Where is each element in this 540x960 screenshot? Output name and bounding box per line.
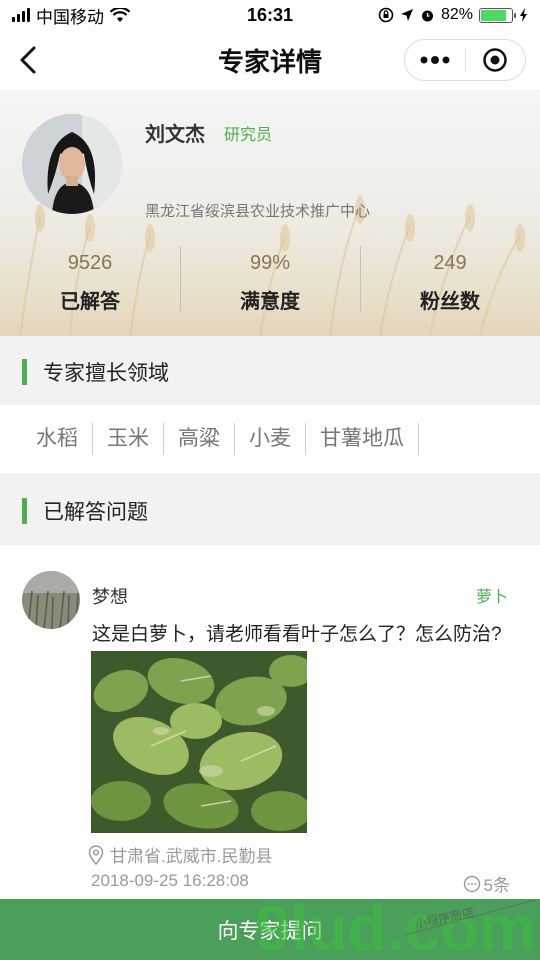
stat-value: 99% bbox=[249, 252, 291, 274]
expertise-tag[interactable]: 水稻 bbox=[22, 423, 93, 455]
ask-expert-button[interactable]: 向专家提问 bbox=[0, 899, 540, 960]
status-bar: 中国移动 16:31 82% bbox=[0, 0, 540, 30]
section-accent-bar bbox=[22, 359, 27, 385]
expertise-section-header: 专家擅长领域 bbox=[0, 338, 540, 406]
ask-expert-label: 向专家提问 bbox=[217, 919, 323, 943]
question-card[interactable]: 梦想 萝卜 这是白萝卜，请老师看看叶子怎么了？怎么防治? 甘肃省.武威市.民勤县… bbox=[0, 545, 540, 900]
signal-icon bbox=[12, 8, 30, 22]
stat-label: 满意度 bbox=[240, 291, 300, 313]
answered-section-header: 已解答问题 bbox=[0, 477, 540, 545]
stat-answered: 9526 已解答 bbox=[0, 240, 180, 320]
expertise-tag[interactable]: 小麦 bbox=[235, 423, 306, 455]
charging-icon bbox=[520, 8, 527, 22]
more-button[interactable] bbox=[405, 40, 465, 80]
chevron-left-icon bbox=[20, 46, 36, 74]
stat-satisfaction: 99% 满意度 bbox=[180, 240, 360, 320]
mini-program-capsule bbox=[404, 39, 526, 81]
location-pin-icon bbox=[88, 844, 104, 865]
asker-name: 梦想 bbox=[92, 587, 128, 607]
section-title: 已解答问题 bbox=[43, 501, 148, 524]
expert-stats: 9526 已解答 99% 满意度 249 粉丝数 bbox=[0, 240, 540, 320]
question-datetime: 2018-09-25 16:28:08 bbox=[91, 871, 249, 890]
expertise-tag[interactable]: 高粱 bbox=[164, 423, 235, 455]
location-text: 甘肃省.武威市.民勤县 bbox=[110, 847, 273, 866]
crop-tag: 萝卜 bbox=[475, 589, 508, 606]
stat-value: 249 bbox=[433, 252, 467, 274]
stat-value: 9526 bbox=[67, 252, 113, 274]
expertise-tags: 水稻 玉米 高粱 小麦 甘薯地瓜 bbox=[0, 405, 540, 473]
question-photo[interactable] bbox=[91, 651, 307, 833]
battery-percent: 82% bbox=[440, 6, 473, 23]
rotation-lock-icon bbox=[378, 7, 394, 23]
reply-count-text: 5条 bbox=[483, 876, 510, 895]
alarm-icon bbox=[421, 10, 433, 21]
wifi-icon bbox=[110, 7, 130, 22]
expertise-tag[interactable]: 甘薯地瓜 bbox=[306, 423, 419, 455]
expert-name: 刘文杰 bbox=[145, 124, 205, 146]
expert-profile-card: 刘文杰 研究员 黑龙江省绥滨县农业技术推广中心 9526 已解答 99% 满意度… bbox=[0, 90, 540, 336]
reply-count: 5条 bbox=[463, 871, 510, 896]
expertise-tag[interactable]: 玉米 bbox=[93, 423, 164, 455]
question-location: 甘肃省.武威市.民勤县 bbox=[88, 842, 272, 867]
stat-label: 已解答 bbox=[60, 291, 120, 313]
section-accent-bar bbox=[22, 498, 27, 524]
section-title: 专家擅长领域 bbox=[43, 362, 169, 385]
stat-followers: 249 粉丝数 bbox=[360, 240, 540, 320]
comment-icon bbox=[463, 875, 480, 892]
page-title: 专家详情 bbox=[217, 46, 322, 77]
more-dots-icon bbox=[420, 56, 450, 64]
stat-label: 粉丝数 bbox=[420, 291, 480, 313]
clock: 16:31 bbox=[246, 4, 294, 25]
asker-avatar bbox=[22, 571, 80, 629]
location-arrow-icon bbox=[400, 9, 413, 21]
target-circle-icon bbox=[483, 48, 507, 72]
expert-title: 研究员 bbox=[224, 127, 273, 144]
battery-icon bbox=[479, 7, 516, 23]
close-mini-program-button[interactable] bbox=[466, 40, 526, 80]
carrier-label: 中国移动 bbox=[36, 7, 104, 27]
back-button[interactable] bbox=[10, 42, 46, 78]
expert-avatar bbox=[22, 114, 122, 214]
question-text: 这是白萝卜，请老师看看叶子怎么了？怎么防治? bbox=[92, 624, 502, 645]
navigation-bar: 专家详情 bbox=[0, 30, 540, 90]
expert-organization: 黑龙江省绥滨县农业技术推广中心 bbox=[145, 203, 371, 220]
